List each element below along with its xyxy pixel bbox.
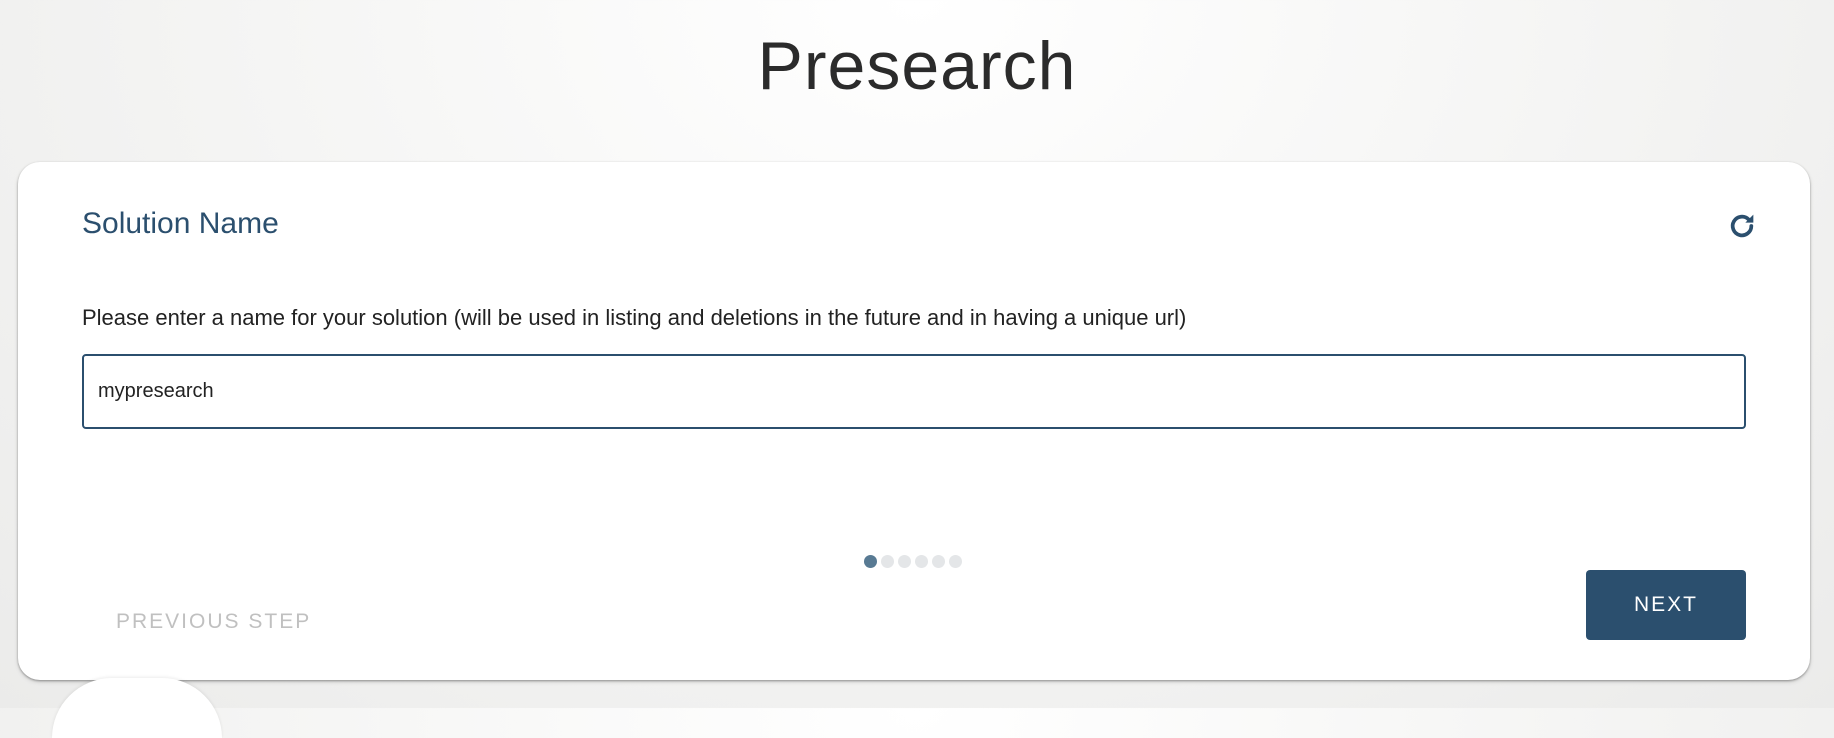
- step-dot-active: [864, 554, 877, 568]
- refresh-icon: [1730, 214, 1754, 238]
- wizard-card: Solution Name Please enter a name for yo…: [18, 162, 1810, 680]
- solution-name-input[interactable]: [82, 354, 1746, 429]
- next-button[interactable]: NEXT: [1586, 570, 1746, 640]
- app-title: Presearch: [757, 28, 1077, 104]
- step-dot: [898, 554, 911, 568]
- solution-name-prompt: Please enter a name for your solution (w…: [82, 305, 1187, 330]
- step-dot: [949, 554, 962, 568]
- bottom-tab: [52, 678, 222, 738]
- step-dot: [932, 554, 945, 568]
- previous-step-button[interactable]: PREVIOUS STEP: [110, 586, 317, 656]
- step-dot: [881, 554, 894, 568]
- step-dot: [915, 554, 928, 568]
- step-progress-dots: [864, 554, 966, 568]
- step-title: Solution Name: [82, 207, 279, 240]
- refresh-button[interactable]: [1726, 210, 1758, 242]
